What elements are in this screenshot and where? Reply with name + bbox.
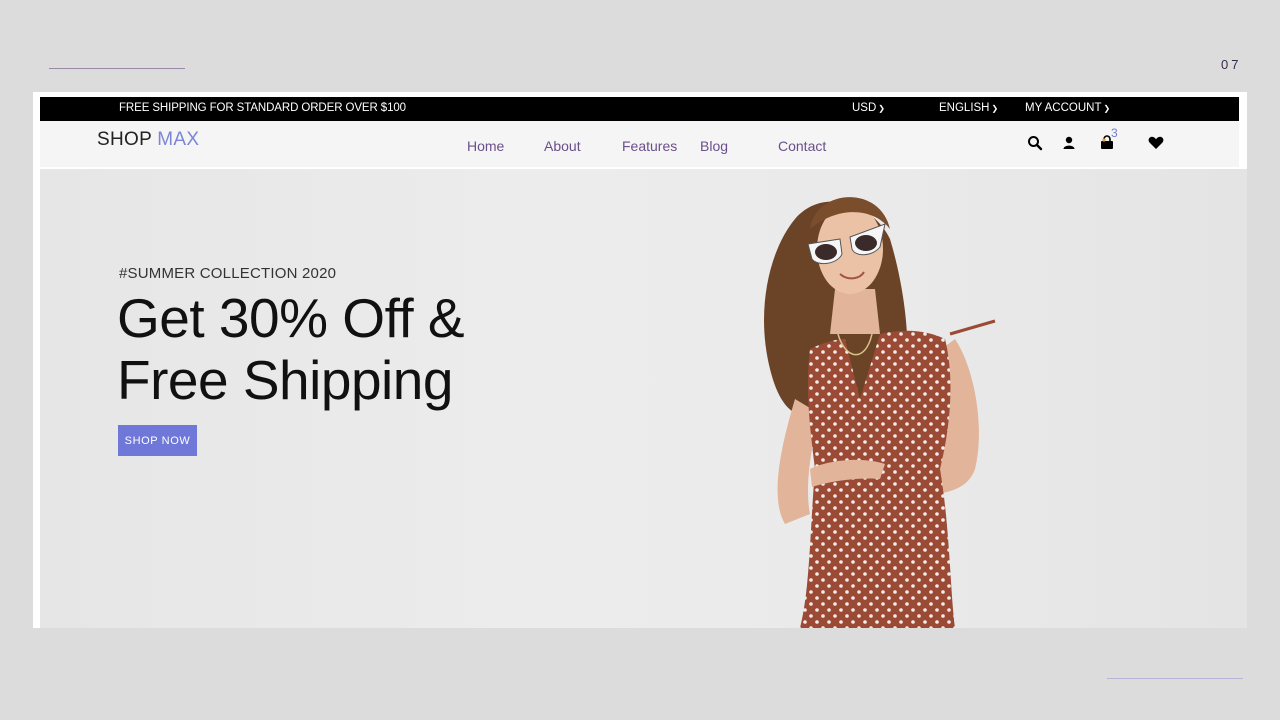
nav-link-blog[interactable]: Blog (700, 138, 728, 154)
main-navbar: SHOP MAX Home About Features Blog Contac… (40, 121, 1239, 167)
hero-title-line1: Get 30% Off & (117, 287, 465, 349)
cart-count-badge: 3 (1111, 126, 1118, 140)
nav-link-features[interactable]: Features (622, 138, 677, 154)
brand-name-part2: MAX (157, 129, 200, 150)
shop-now-button[interactable]: SHOP NOW (118, 425, 197, 456)
nav-link-contact[interactable]: Contact (778, 138, 826, 154)
hero-title-line2: Free Shipping (117, 349, 453, 411)
brand-logo[interactable]: SHOP MAX (97, 129, 199, 151)
hero-banner: #SUMMER COLLECTION 2020 Get 30% Off & Fr… (40, 169, 1247, 628)
website-frame: FREE SHIPPING FOR STANDARD ORDER OVER $1… (33, 92, 1247, 628)
heart-icon[interactable] (1147, 134, 1165, 152)
brand-name-part1: SHOP (97, 129, 152, 150)
currency-dropdown[interactable]: USD ❯ (852, 102, 885, 114)
shipping-notice: FREE SHIPPING FOR STANDARD ORDER OVER $1… (119, 102, 406, 114)
user-icon[interactable] (1060, 134, 1078, 152)
chevron-down-icon: ❯ (991, 104, 999, 113)
top-announcement-bar: FREE SHIPPING FOR STANDARD ORDER OVER $1… (40, 97, 1239, 121)
hero-title: Get 30% Off & Free Shipping (117, 287, 537, 411)
account-dropdown[interactable]: MY ACCOUNT ❯ (1025, 102, 1110, 114)
language-label: ENGLISH (939, 102, 990, 114)
account-label: MY ACCOUNT (1025, 102, 1102, 114)
currency-label: USD (852, 102, 877, 114)
nav-link-home[interactable]: Home (467, 138, 504, 154)
slide-number: 07 (1221, 57, 1242, 72)
model-image (764, 197, 996, 628)
chevron-down-icon: ❯ (1103, 104, 1111, 113)
nav-link-about[interactable]: About (544, 138, 581, 154)
search-icon[interactable] (1026, 134, 1044, 152)
language-dropdown[interactable]: ENGLISH ❯ (939, 102, 998, 114)
decorative-line-top (49, 68, 185, 69)
decorative-line-bottom (1107, 678, 1243, 679)
chevron-down-icon: ❯ (878, 104, 885, 113)
hero-kicker: #SUMMER COLLECTION 2020 (119, 265, 337, 282)
